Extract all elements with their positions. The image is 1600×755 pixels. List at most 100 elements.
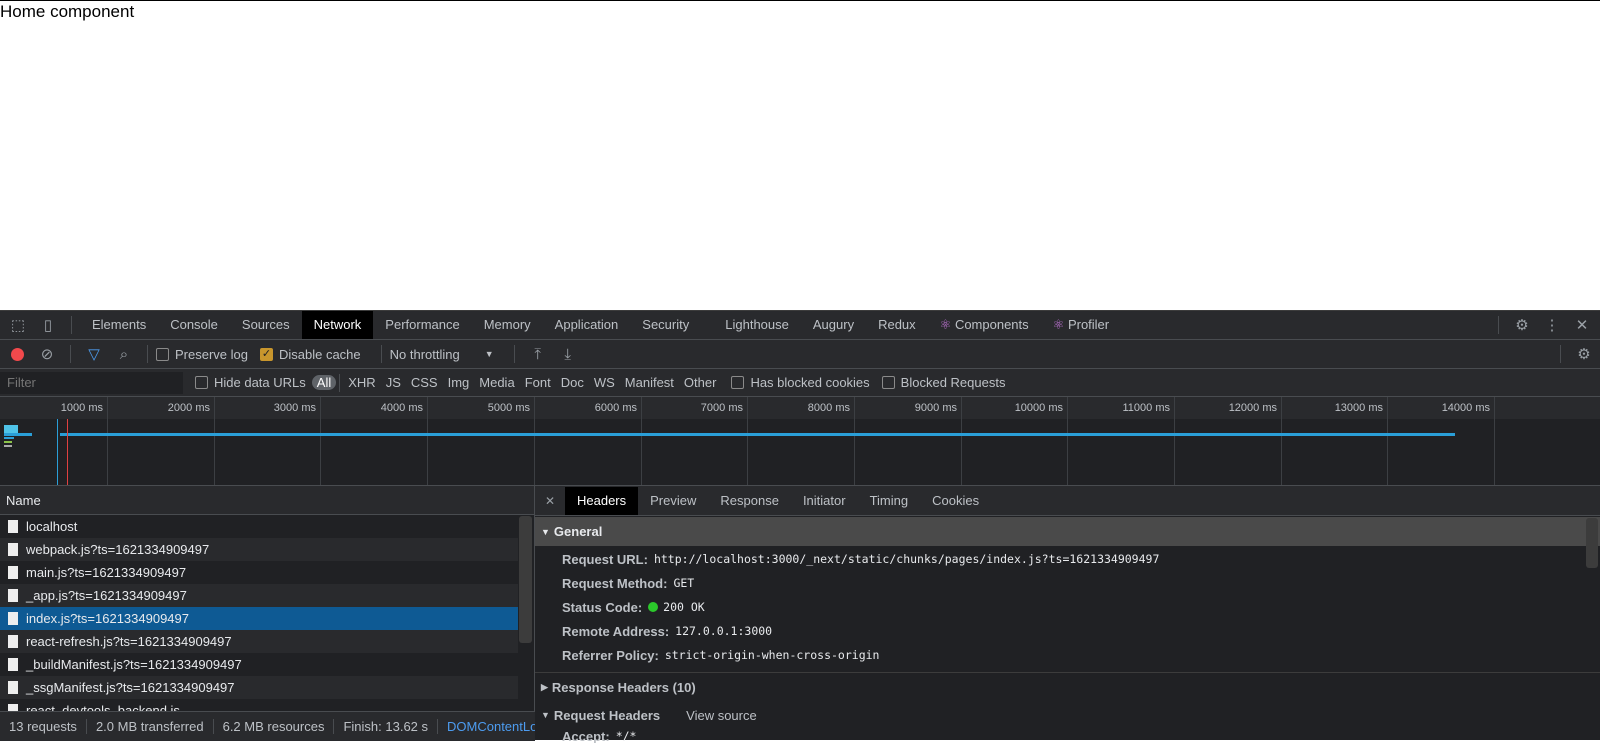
- filter-img[interactable]: Img: [443, 375, 475, 390]
- filter-other[interactable]: Other: [679, 375, 722, 390]
- network-settings-icon[interactable]: ⚙: [1574, 344, 1594, 364]
- request-row[interactable]: react_devtools_backend.js: [0, 699, 518, 711]
- filter-font[interactable]: Font: [520, 375, 556, 390]
- file-icon: [8, 589, 18, 602]
- collapsed-triangle-icon: ▶: [541, 681, 548, 692]
- response-headers-section[interactable]: ▶ Response Headers (10): [535, 673, 1600, 701]
- tab-initiator[interactable]: Initiator: [791, 487, 858, 515]
- tab-profiler[interactable]: ⚛ Profiler: [1041, 311, 1121, 339]
- request-row[interactable]: _app.js?ts=1621334909497: [0, 584, 518, 607]
- filter-xhr[interactable]: XHR: [343, 375, 380, 390]
- filter-icon[interactable]: ▽: [84, 344, 104, 364]
- import-har-icon[interactable]: ⤒: [528, 344, 548, 364]
- close-icon[interactable]: ✕: [540, 491, 560, 511]
- label: Has blocked cookies: [750, 375, 870, 390]
- disable-cache-checkbox[interactable]: ✓ Disable cache: [259, 347, 361, 362]
- timeline-gridline: [214, 397, 215, 485]
- tab-timing[interactable]: Timing: [858, 487, 921, 515]
- request-row[interactable]: webpack.js?ts=1621334909497: [0, 538, 518, 561]
- request-bar: [4, 425, 18, 433]
- timeline-tick-label: 8000 ms: [807, 402, 850, 414]
- tab-redux[interactable]: Redux: [866, 311, 928, 339]
- key: Remote Address:: [562, 623, 670, 639]
- request-row[interactable]: react-refresh.js?ts=1621334909497: [0, 630, 518, 653]
- hide-data-urls-checkbox[interactable]: Hide data URLs: [195, 375, 306, 390]
- timeline-tick-label: 13000 ms: [1334, 402, 1383, 414]
- divider: [1560, 345, 1561, 363]
- checkbox[interactable]: [881, 376, 895, 389]
- filter-manifest[interactable]: Manifest: [620, 375, 679, 390]
- request-row[interactable]: main.js?ts=1621334909497: [0, 561, 518, 584]
- filter-doc[interactable]: Doc: [556, 375, 589, 390]
- accept-row: Accept: */*: [535, 729, 1600, 743]
- value: 127.0.0.1:3000: [675, 624, 773, 638]
- clear-icon[interactable]: ⊘: [37, 344, 57, 364]
- filter-ws[interactable]: WS: [589, 375, 620, 390]
- timeline-tick-label: 3000 ms: [273, 402, 316, 414]
- checkbox-checked[interactable]: ✓: [259, 347, 273, 361]
- throttling-select[interactable]: No throttling ▼: [390, 347, 494, 362]
- tab-elements[interactable]: Elements: [80, 311, 158, 339]
- gear-icon[interactable]: ⚙: [1512, 315, 1532, 335]
- scrollbar[interactable]: [1586, 518, 1598, 568]
- request-row[interactable]: localhost: [0, 515, 518, 538]
- timeline-tick-label: 4000 ms: [380, 402, 423, 414]
- tab-lighthouse[interactable]: Lighthouse: [713, 311, 801, 339]
- network-overview-timeline[interactable]: 1000 ms 2000 ms 3000 ms 4000 ms 5000 ms 6000 …: [0, 397, 1600, 486]
- tab-network[interactable]: Network: [301, 311, 374, 339]
- more-icon[interactable]: ⋮: [1542, 315, 1562, 335]
- has-blocked-cookies-checkbox[interactable]: Has blocked cookies: [731, 375, 870, 390]
- request-headers-section[interactable]: ▼ Request Headers View source: [535, 701, 1600, 729]
- export-har-icon[interactable]: ⤓: [558, 344, 578, 364]
- inspect-icon[interactable]: ⬚: [8, 315, 28, 335]
- filter-media[interactable]: Media: [474, 375, 519, 390]
- device-toolbar-icon[interactable]: ▯: [38, 315, 58, 335]
- tab-security[interactable]: Security: [630, 311, 701, 339]
- request-name: react_devtools_backend.js: [26, 703, 180, 711]
- key: Referrer Policy:: [562, 647, 659, 663]
- tab-response[interactable]: Response: [708, 487, 791, 515]
- filter-css[interactable]: CSS: [406, 375, 443, 390]
- expanded-triangle-icon: ▼: [541, 710, 550, 720]
- request-row[interactable]: index.js?ts=1621334909497: [0, 607, 518, 630]
- request-bar: [4, 437, 14, 439]
- timeline-tick-label: 1000 ms: [60, 402, 103, 414]
- tab-sources[interactable]: Sources: [230, 311, 302, 339]
- domcontentloaded-line: [57, 419, 58, 485]
- tab-performance[interactable]: Performance: [373, 311, 471, 339]
- tab-memory[interactable]: Memory: [472, 311, 543, 339]
- view-source-link[interactable]: View source: [686, 708, 757, 723]
- filter-input[interactable]: [0, 371, 183, 394]
- tab-augury[interactable]: Augury: [801, 311, 866, 339]
- scrollbar[interactable]: [519, 516, 532, 643]
- checkbox[interactable]: [156, 347, 169, 361]
- tab-components[interactable]: ⚛ Components: [928, 311, 1041, 339]
- tab-cookies[interactable]: Cookies: [920, 487, 991, 515]
- checkbox[interactable]: [195, 376, 208, 389]
- tab-headers[interactable]: Headers: [565, 486, 639, 515]
- preserve-log-checkbox[interactable]: Preserve log: [156, 347, 248, 362]
- blocked-requests-checkbox[interactable]: Blocked Requests: [881, 375, 1005, 390]
- general-section-header[interactable]: ▼ General: [535, 517, 1600, 546]
- transferred-size: 2.0 MB transferred: [87, 719, 214, 734]
- record-icon[interactable]: [7, 344, 27, 364]
- tab-console[interactable]: Console: [158, 311, 230, 339]
- tab-preview[interactable]: Preview: [638, 487, 708, 515]
- filter-js[interactable]: JS: [381, 375, 406, 390]
- file-icon: [8, 520, 18, 533]
- timeline-tick-label: 2000 ms: [167, 402, 210, 414]
- top-border: [0, 0, 1600, 1]
- request-row[interactable]: _ssgManifest.js?ts=1621334909497: [0, 676, 518, 699]
- status-bar: 13 requests 2.0 MB transferred 6.2 MB re…: [0, 711, 535, 741]
- column-header-name[interactable]: Name: [0, 486, 534, 515]
- remote-address-row: Remote Address: 127.0.0.1:3000: [535, 619, 1600, 643]
- network-toolbar: ⊘ ▽ ⌕ Preserve log ✓ Disable cache No thr…: [0, 340, 1600, 369]
- search-icon[interactable]: ⌕: [114, 344, 134, 364]
- tab-application[interactable]: Application: [543, 311, 631, 339]
- close-icon[interactable]: ✕: [1572, 315, 1592, 335]
- checkbox[interactable]: [731, 376, 745, 389]
- timeline-tick-label: 12000 ms: [1228, 402, 1277, 414]
- filter-all[interactable]: All: [311, 375, 337, 390]
- request-name: webpack.js?ts=1621334909497: [26, 542, 210, 557]
- request-row[interactable]: _buildManifest.js?ts=1621334909497: [0, 653, 518, 676]
